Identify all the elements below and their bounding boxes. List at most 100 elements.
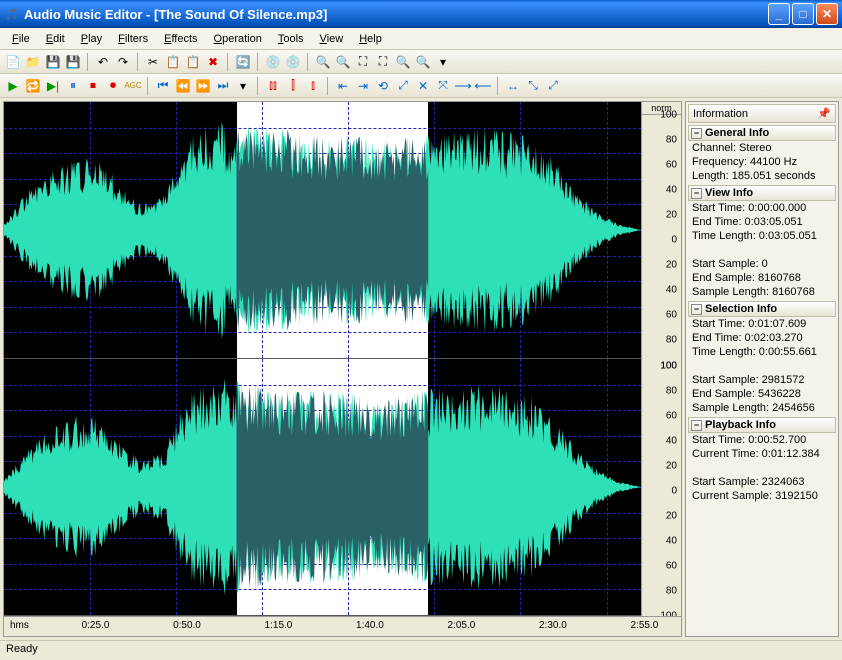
ruler-tick: 40 bbox=[666, 185, 677, 196]
play-button[interactable]: ▶ bbox=[4, 77, 22, 95]
section-header-selection[interactable]: −Selection Info bbox=[688, 301, 836, 317]
menu-filters[interactable]: Filters bbox=[110, 31, 156, 47]
minimize-button[interactable]: _ bbox=[768, 3, 790, 25]
zoom-sel-button[interactable]: ⛶ bbox=[374, 53, 392, 71]
info-value: 0:00:00.000 bbox=[748, 202, 806, 214]
end-button[interactable]: ⏭ bbox=[214, 77, 232, 95]
play-sel-button[interactable]: ▶| bbox=[44, 77, 62, 95]
ruler-tick: 60 bbox=[666, 160, 677, 171]
section-title: Selection Info bbox=[705, 303, 777, 315]
menu-file[interactable]: File bbox=[4, 31, 38, 47]
menu-play[interactable]: Play bbox=[73, 31, 110, 47]
section-header-general[interactable]: −General Info bbox=[688, 125, 836, 141]
menu-edit[interactable]: Edit bbox=[38, 31, 73, 47]
info-value: 44100 Hz bbox=[750, 156, 797, 168]
forward-button[interactable]: ⏩ bbox=[194, 77, 212, 95]
marker1-button[interactable]: ⫾⫾ bbox=[264, 77, 282, 95]
pause-button[interactable]: ⏸ bbox=[64, 77, 82, 95]
ruler-tick: 80 bbox=[666, 335, 677, 346]
ruler-tick: 80 bbox=[666, 585, 677, 596]
new-button[interactable]: 📄 bbox=[4, 53, 22, 71]
ruler-tick: 80 bbox=[666, 135, 677, 146]
sel-op5-button[interactable]: ⟶ bbox=[454, 77, 472, 95]
rewind-button[interactable]: ⏪ bbox=[174, 77, 192, 95]
collapse-icon[interactable]: − bbox=[691, 420, 702, 431]
collapse-button[interactable]: ⤢ bbox=[544, 77, 562, 95]
zoom-out-v-button[interactable]: 🔍 bbox=[414, 53, 432, 71]
stop-button[interactable]: ⏹ bbox=[84, 77, 102, 95]
channel-0[interactable] bbox=[4, 102, 641, 359]
info-value: Stereo bbox=[739, 142, 771, 154]
burn-button[interactable]: 💿 bbox=[284, 53, 302, 71]
info-value: 2981572 bbox=[762, 374, 805, 386]
zoom-in-v-button[interactable]: 🔍 bbox=[394, 53, 412, 71]
sel-start-button[interactable]: ⇤ bbox=[334, 77, 352, 95]
menu-operation[interactable]: Operation bbox=[206, 31, 270, 47]
time-tick: 1:15.0 bbox=[265, 620, 293, 631]
convert-button[interactable]: 🔄 bbox=[234, 53, 252, 71]
zoom-full-button[interactable]: ⛶ bbox=[354, 53, 372, 71]
cut-button[interactable]: ✂ bbox=[144, 53, 162, 71]
info-value: 0:00:55.661 bbox=[759, 346, 817, 358]
time-tick: 0:50.0 bbox=[173, 620, 201, 631]
info-value: 5436228 bbox=[758, 388, 801, 400]
ruler-tick: 60 bbox=[666, 560, 677, 571]
section-header-view[interactable]: −View Info bbox=[688, 185, 836, 201]
start-button[interactable]: ⏮ bbox=[154, 77, 172, 95]
menu-tools[interactable]: Tools bbox=[270, 31, 312, 47]
collapse-icon[interactable]: − bbox=[691, 128, 702, 139]
sel-end-button[interactable]: ⇥ bbox=[354, 77, 372, 95]
info-line: End Sample:5436228 bbox=[688, 387, 836, 401]
zoom-options-button[interactable]: ▾ bbox=[434, 53, 452, 71]
pin-icon[interactable]: 📌 bbox=[817, 107, 831, 120]
agc-button[interactable]: AGC bbox=[124, 77, 142, 95]
cd-button[interactable]: 💿 bbox=[264, 53, 282, 71]
marker2-button[interactable]: ⫿ bbox=[284, 77, 302, 95]
ruler-tick: 60 bbox=[666, 410, 677, 421]
info-line: Current Time:0:01:12.384 bbox=[688, 447, 836, 461]
close-button[interactable]: ✕ bbox=[816, 3, 838, 25]
open-button[interactable]: 📁 bbox=[24, 53, 42, 71]
undo-button[interactable]: ↶ bbox=[94, 53, 112, 71]
ruler-tick: 100 bbox=[660, 110, 677, 121]
info-value: 0:03:05.051 bbox=[745, 216, 803, 228]
collapse-icon[interactable]: − bbox=[691, 188, 702, 199]
expand-h-button[interactable]: ↔ bbox=[504, 77, 522, 95]
info-label: Start Sample: bbox=[692, 374, 759, 386]
sel-op3-button[interactable]: ✕ bbox=[414, 77, 432, 95]
menu-effects[interactable]: Effects bbox=[156, 31, 205, 47]
sel-op6-button[interactable]: ⟵ bbox=[474, 77, 492, 95]
channel-1[interactable] bbox=[4, 359, 641, 616]
zoom-out-button[interactable]: 🔍 bbox=[334, 53, 352, 71]
record-button[interactable]: ⏺ bbox=[104, 77, 122, 95]
hms-label: hms bbox=[10, 620, 29, 631]
delete-button[interactable]: ✖ bbox=[204, 53, 222, 71]
section-header-playback[interactable]: −Playback Info bbox=[688, 417, 836, 433]
save-as-button[interactable]: 💾 bbox=[64, 53, 82, 71]
menu-help[interactable]: Help bbox=[351, 31, 390, 47]
info-value: 0:01:12.384 bbox=[762, 448, 820, 460]
info-title: Information bbox=[693, 108, 748, 120]
zoom-in-button[interactable]: 🔍 bbox=[314, 53, 332, 71]
sel-op2-button[interactable]: ⤢ bbox=[394, 77, 412, 95]
redo-button[interactable]: ↷ bbox=[114, 53, 132, 71]
menu-view[interactable]: View bbox=[312, 31, 352, 47]
info-label: Time Length: bbox=[692, 346, 756, 358]
sel-op4-button[interactable]: ⤧ bbox=[434, 77, 452, 95]
expand-v-button[interactable]: ⤡ bbox=[524, 77, 542, 95]
paste-button[interactable]: 📋 bbox=[184, 53, 202, 71]
sel-op1-button[interactable]: ⟲ bbox=[374, 77, 392, 95]
waveform-pane[interactable]: norm 10080604020020406080100 10080604020… bbox=[3, 101, 682, 637]
collapse-icon[interactable]: − bbox=[691, 304, 702, 315]
info-line: Start Time:0:01:07.609 bbox=[688, 317, 836, 331]
info-value: 2454656 bbox=[772, 402, 815, 414]
marker3-button[interactable]: ⫾ bbox=[304, 77, 322, 95]
maximize-button[interactable]: □ bbox=[792, 3, 814, 25]
save-button[interactable]: 💾 bbox=[44, 53, 62, 71]
copy-button[interactable]: 📋 bbox=[164, 53, 182, 71]
loop-button[interactable]: 🔁 bbox=[24, 77, 42, 95]
info-value: 0:02:03.270 bbox=[745, 332, 803, 344]
nav-options-button[interactable]: ▾ bbox=[234, 77, 252, 95]
menubar: FileEditPlayFiltersEffectsOperationTools… bbox=[0, 28, 842, 50]
info-line bbox=[688, 243, 836, 257]
